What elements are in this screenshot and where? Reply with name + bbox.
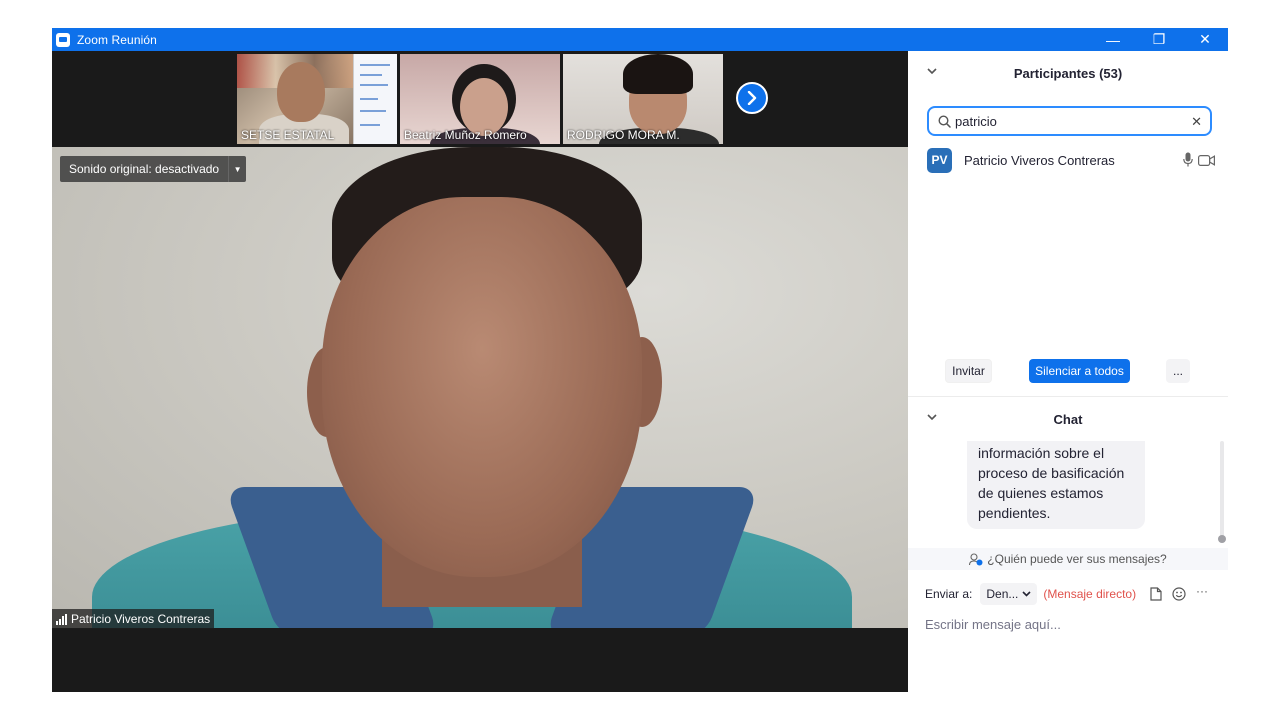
window-title: Zoom Reunión xyxy=(77,32,157,47)
participants-title: Participantes (53) xyxy=(1013,65,1123,81)
chevron-down-icon[interactable] xyxy=(926,65,938,77)
participant-face xyxy=(277,62,325,122)
chat-messages: información sobre el proceso de basifica… xyxy=(908,441,1228,546)
chevron-right-icon xyxy=(747,91,757,105)
direct-message-label: (Mensaje directo) xyxy=(1043,587,1137,601)
speaker-face xyxy=(322,197,642,577)
search-icon xyxy=(937,114,951,128)
mute-all-button[interactable]: Silenciar a todos xyxy=(1029,359,1130,383)
who-can-see-messages-link[interactable]: ¿Quién puede ver sus mensajes? xyxy=(908,548,1228,570)
recipient-select[interactable]: Den... xyxy=(980,583,1038,605)
more-chat-options-icon[interactable]: ··· xyxy=(1196,584,1208,598)
video-area: SETSE ESTATAL Beatriz Muñoz Romero RODRI… xyxy=(52,51,908,692)
minimize-button[interactable]: — xyxy=(1090,28,1136,51)
chat-header: Chat xyxy=(908,397,1228,441)
invite-button[interactable]: Invitar xyxy=(945,359,992,383)
thumbnail-strip: SETSE ESTATAL Beatriz Muñoz Romero RODRI… xyxy=(52,51,908,147)
next-page-button[interactable] xyxy=(736,82,768,114)
participants-header: Participantes (53) xyxy=(908,51,1228,95)
original-sound-label: Sonido original: desactivado xyxy=(69,162,220,176)
participant-search[interactable]: ✕ xyxy=(927,106,1212,136)
clear-search-icon[interactable]: ✕ xyxy=(1191,114,1202,130)
restore-button[interactable]: ❐ xyxy=(1136,28,1182,51)
chevron-down-icon xyxy=(1022,589,1031,599)
zoom-app-icon xyxy=(56,32,70,47)
participant-hair xyxy=(623,54,693,94)
close-button[interactable]: ✕ xyxy=(1182,28,1228,51)
participant-item[interactable]: PV Patricio Viveros Contreras xyxy=(927,147,1217,173)
speaker-name: Patricio Viveros Contreras xyxy=(71,612,211,626)
chevron-down-icon[interactable] xyxy=(926,411,938,423)
send-to-row: Enviar a: Den... (Mensaje directo) ··· xyxy=(908,581,1228,607)
video-thumbnail[interactable]: Beatriz Muñoz Romero xyxy=(400,54,560,144)
active-speaker-video: Sonido original: desactivado ▼ xyxy=(52,147,908,628)
original-sound-toggle[interactable]: Sonido original: desactivado ▼ xyxy=(60,156,247,182)
send-to-label: Enviar a: xyxy=(925,587,973,601)
chat-scroll-thumb[interactable] xyxy=(1218,535,1226,543)
chat-message-input[interactable] xyxy=(925,613,1215,635)
window-controls: — ❐ ✕ xyxy=(1090,28,1228,51)
caret-down-icon[interactable]: ▼ xyxy=(228,156,246,182)
title-bar: Zoom Reunión — ❐ ✕ xyxy=(52,28,1228,51)
chat-message: información sobre el proceso de basifica… xyxy=(967,441,1145,529)
participant-name: Patricio Viveros Contreras xyxy=(964,152,1115,168)
file-icon[interactable] xyxy=(1150,587,1162,604)
speaker-name-tag: Patricio Viveros Contreras xyxy=(52,609,215,629)
thumbnail-name: RODRIGO MORA M. xyxy=(567,128,680,142)
user-privacy-icon xyxy=(969,552,983,566)
microphone-icon[interactable] xyxy=(1183,152,1193,172)
chat-scrollbar[interactable] xyxy=(1220,441,1224,541)
side-panel: Participantes (53) ✕ PV Patricio Viveros… xyxy=(908,51,1228,692)
privacy-note-text: ¿Quién puede ver sus mensajes? xyxy=(987,552,1167,566)
video-thumbnail[interactable]: RODRIGO MORA M. xyxy=(563,54,723,144)
thumbnail-name: SETSE ESTATAL xyxy=(241,128,335,142)
video-thumbnail[interactable]: SETSE ESTATAL xyxy=(237,54,397,144)
thumbnail-name: Beatriz Muñoz Romero xyxy=(404,128,527,142)
search-input[interactable] xyxy=(955,113,1175,129)
emoji-icon[interactable] xyxy=(1172,587,1186,604)
more-options-button[interactable]: ... xyxy=(1166,359,1190,383)
chat-title: Chat xyxy=(1053,411,1083,427)
connection-signal-icon xyxy=(56,613,67,625)
participant-actions: Invitar Silenciar a todos ... xyxy=(908,359,1228,383)
shared-screen-preview xyxy=(353,54,397,144)
recipient-value: Den... xyxy=(986,587,1019,601)
avatar: PV xyxy=(927,147,952,173)
zoom-meeting-window: Zoom Reunión — ❐ ✕ SETSE ESTATAL Beatriz… xyxy=(52,28,1228,692)
video-camera-icon[interactable] xyxy=(1198,153,1215,171)
